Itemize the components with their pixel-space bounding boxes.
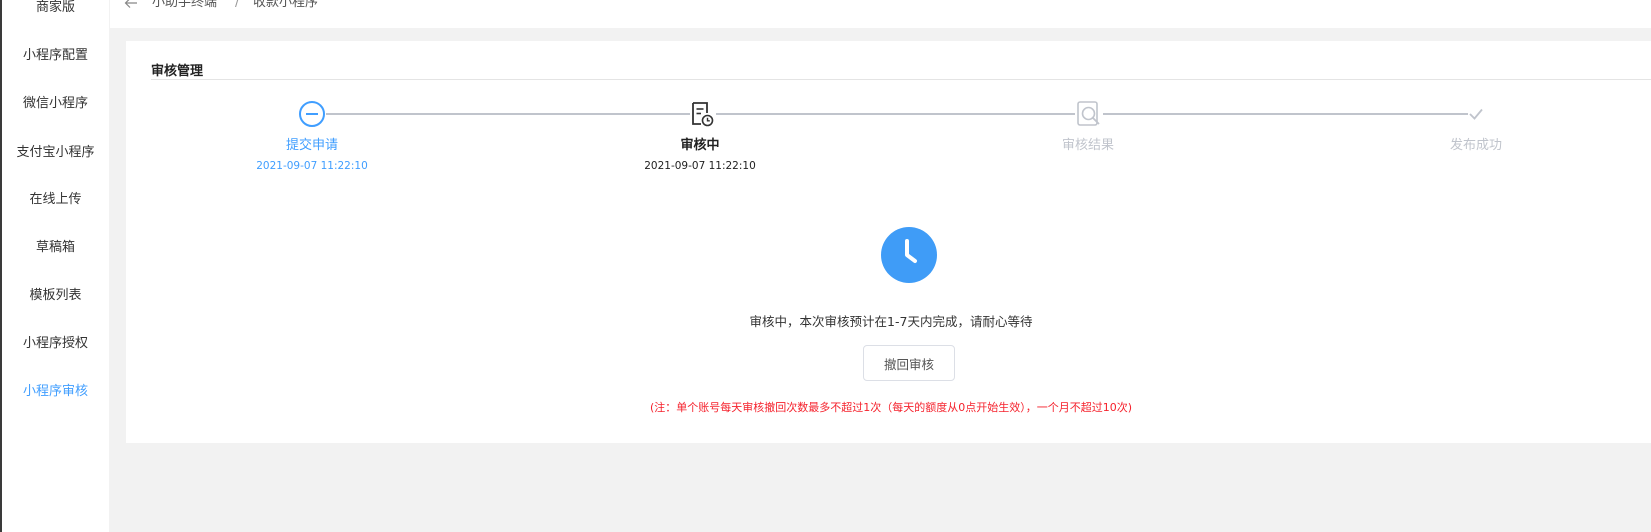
step-label-submit: 提交申请: [285, 138, 338, 153]
withdraw-review-button[interactable]: 撤回审核: [863, 345, 955, 381]
step-connector-1: [326, 113, 700, 115]
back-arrow-icon[interactable]: [124, 0, 138, 10]
reviewing-document-icon: [690, 100, 716, 128]
sidebar: 商家版 小程序配置 微信小程序 支付宝小程序 在线上传 草稿箱 模板列表 小程序…: [2, 0, 109, 532]
breadcrumb-separator: /: [235, 0, 240, 10]
step-label-published: 发布成功: [1449, 138, 1502, 153]
sidebar-item-merchant-edition[interactable]: 商家版: [2, 0, 109, 17]
review-result-search-icon: [1075, 100, 1103, 128]
section-divider: [151, 79, 1651, 80]
sidebar-item-wechat-miniprogram[interactable]: 微信小程序: [2, 95, 109, 113]
sidebar-item-alipay-miniprogram[interactable]: 支付宝小程序: [2, 144, 109, 162]
sidebar-item-miniprogram-auth[interactable]: 小程序授权: [2, 335, 109, 353]
sidebar-item-miniprogram-review[interactable]: 小程序审核: [2, 383, 109, 401]
step-time-reviewing: 2021-09-07 11:22:10: [644, 160, 756, 172]
sidebar-item-drafts[interactable]: 草稿箱: [2, 239, 109, 257]
sidebar-item-miniprogram-config[interactable]: 小程序配置: [2, 47, 109, 65]
section-title: 审核管理: [151, 64, 204, 79]
review-status-message: 审核中，本次审核预计在1-7天内完成，请耐心等待: [749, 314, 1033, 329]
breadcrumb-item-payment-miniprogram: 收款小程序: [253, 0, 319, 10]
top-bar: 小助手终端 / 收款小程序: [110, 0, 1651, 28]
step-time-submit: 2021-09-07 11:22:10: [256, 160, 368, 172]
step-label-result: 审核结果: [1061, 138, 1114, 153]
withdraw-limit-note: (注：单个账号每天审核撤回次数最多不超过1次（每天的额度从0点开始生效），一个月…: [649, 401, 1133, 414]
submit-step-icon: [299, 101, 325, 127]
sidebar-item-template-list[interactable]: 模板列表: [2, 287, 109, 305]
clock-icon: [881, 227, 937, 283]
step-label-reviewing: 审核中: [680, 138, 720, 153]
publish-success-check-icon: [1468, 106, 1484, 122]
review-management-card: 审核管理 提交申请 2021-09-07 11:22:10 审核中 2021-0…: [126, 41, 1651, 443]
sidebar-item-online-upload[interactable]: 在线上传: [2, 191, 109, 209]
step-connector-3: [1102, 113, 1476, 115]
step-connector-2: [714, 113, 1088, 115]
breadcrumb-item-terminal[interactable]: 小助手终端: [152, 0, 217, 12]
